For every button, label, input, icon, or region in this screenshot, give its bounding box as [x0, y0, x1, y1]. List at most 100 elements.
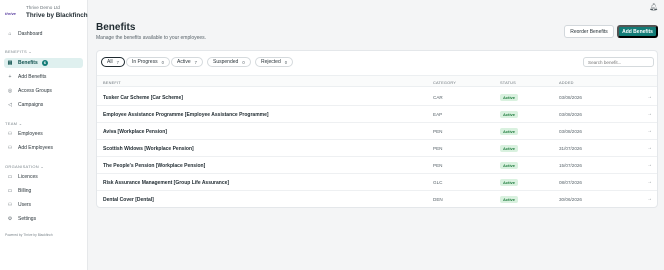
filter-count: 0: [161, 59, 164, 65]
benefit-category: CAR: [433, 95, 443, 100]
table-row[interactable]: Aviva [Workplace Pension] PEN Active 03/…: [97, 123, 657, 140]
benefit-name: Aviva [Workplace Pension]: [103, 129, 167, 135]
arrow-right-icon[interactable]: →: [647, 111, 652, 117]
benefit-category: DEN: [433, 197, 443, 202]
section-label-organisation: ORGANISATION ⌄: [5, 164, 45, 169]
status-badge: Active: [500, 162, 519, 169]
sidebar-item-campaigns[interactable]: ◁ Campaigns: [4, 100, 83, 110]
benefit-category: EAP: [433, 112, 443, 117]
table-row[interactable]: Employee Assistance Programme [Employee …: [97, 106, 657, 123]
filter-suspended[interactable]: Suspended 0: [207, 57, 251, 67]
status-badge: Active: [500, 179, 519, 186]
filter-label: All: [107, 59, 113, 65]
filter-label: Active: [177, 59, 191, 65]
benefit-name: Scottish Widows [Workplace Pension]: [103, 146, 194, 152]
sidebar-item-settings[interactable]: ⚙ Settings: [4, 214, 83, 224]
benefit-name: The People's Pension [Workplace Pension]: [103, 163, 206, 169]
arrow-right-icon[interactable]: →: [647, 145, 652, 151]
sidebar-item-label: Licences: [18, 174, 38, 180]
filter-count: 0: [242, 59, 245, 65]
user-icon: ⚇: [7, 202, 13, 208]
arrow-right-icon[interactable]: →: [647, 128, 652, 134]
benefit-category: PEN: [433, 129, 443, 134]
status-badge: Active: [500, 128, 519, 135]
reorder-benefits-button[interactable]: Reorder Benefits: [564, 25, 614, 38]
table-header: BENEFIT CATEGORY STATUS ADDED: [97, 75, 657, 87]
credit-card-icon: ▭: [7, 188, 13, 194]
benefits-card: All 7 In Progress 0 Active 7 Suspended 0…: [96, 50, 658, 208]
home-icon: ⌂: [8, 31, 12, 37]
sidebar-item-label: Employees: [18, 131, 43, 137]
sidebar-item-dashboard[interactable]: ⌂ Dashboard: [4, 29, 83, 39]
table-row[interactable]: Tusker Car Scheme [Car Scheme] CAR Activ…: [97, 89, 657, 106]
benefit-added-date: 03/08/2026: [559, 112, 582, 117]
user-plus-icon: ⚇: [7, 145, 13, 151]
bell-icon[interactable]: 🔔︎: [649, 3, 658, 11]
table-row[interactable]: The People's Pension [Workplace Pension]…: [97, 157, 657, 174]
brand[interactable]: thrive Thrive Demo Ltd Thrive by Blackfi…: [5, 5, 88, 21]
thrive-logo: thrive: [5, 11, 16, 16]
benefit-added-date: 15/07/2026: [559, 163, 582, 168]
sidebar-item-users[interactable]: ⚇ Users: [4, 200, 83, 210]
status-badge: Active: [500, 94, 519, 101]
sidebar-item-label: Campaigns: [18, 102, 44, 108]
document-icon: ▭: [7, 174, 13, 180]
status-badge: Active: [500, 145, 519, 152]
benefit-added-date: 31/07/2026: [559, 146, 582, 151]
app-name: Thrive by Blackfinch: [26, 12, 88, 19]
column-header-category[interactable]: CATEGORY: [433, 80, 456, 85]
column-header-benefit[interactable]: BENEFIT: [103, 80, 121, 85]
benefit-name: Dental Cover [Dental]: [103, 197, 154, 203]
filter-label: Rejected: [261, 59, 281, 65]
sidebar-item-add-employees[interactable]: ⚇ Add Employees: [4, 143, 83, 153]
benefit-category: GLC: [433, 180, 443, 185]
filter-rejected[interactable]: Rejected 0: [255, 57, 294, 67]
users-icon: ⚇: [7, 131, 13, 137]
filter-count: 7: [116, 59, 119, 65]
filter-count: 0: [284, 59, 288, 65]
filter-count: 7: [194, 59, 197, 65]
search-input[interactable]: [583, 57, 654, 67]
sidebar-item-benefits[interactable]: ▤ Benefits 6: [4, 58, 83, 68]
benefit-added-date: 03/08/2026: [559, 129, 582, 134]
arrow-right-icon[interactable]: →: [647, 179, 652, 185]
sidebar-item-label: Benefits: [18, 60, 38, 66]
sidebar-item-access-groups[interactable]: ◎ Access Groups: [4, 86, 83, 96]
filter-all[interactable]: All 7: [101, 57, 125, 67]
benefit-name: Risk Assurance Management [Group Life As…: [103, 180, 230, 186]
filter-label: Suspended: [213, 59, 239, 65]
section-label-team: TEAM ⌄: [5, 121, 23, 126]
shield-icon: ◎: [7, 88, 13, 94]
column-header-added[interactable]: ADDED: [559, 80, 574, 85]
gear-icon: ⚙: [7, 216, 13, 222]
sidebar-item-employees[interactable]: ⚇ Employees: [4, 129, 83, 139]
arrow-right-icon[interactable]: →: [647, 196, 652, 202]
filter-active[interactable]: Active 7: [171, 57, 203, 67]
table-row[interactable]: Dental Cover [Dental] DEN Active 30/06/2…: [97, 191, 657, 208]
benefit-category: PEN: [433, 146, 443, 151]
page-title: Benefits: [96, 22, 136, 33]
sidebar-item-add-benefits[interactable]: + Add Benefits: [4, 72, 83, 82]
add-benefits-button[interactable]: Add Benefits: [617, 25, 658, 38]
benefit-name: Employee Assistance Programme [Employee …: [103, 112, 269, 118]
sidebar-item-label: Billing: [18, 188, 32, 194]
megaphone-icon: ◁: [8, 102, 12, 108]
powered-by: Powered by Thrive by Blackfinch: [5, 233, 53, 237]
sidebar-item-billing[interactable]: ▭ Billing: [4, 186, 83, 196]
benefit-name: Tusker Car Scheme [Car Scheme]: [103, 95, 183, 101]
status-badge: Active: [500, 196, 519, 203]
table-row[interactable]: Risk Assurance Management [Group Life As…: [97, 174, 657, 191]
filter-label: In Progress: [132, 59, 158, 65]
sidebar-item-licences[interactable]: ▭ Licences: [4, 172, 83, 182]
filter-in-progress[interactable]: In Progress 0: [126, 57, 170, 67]
section-label-benefits: BENEFITS ⌄: [5, 49, 33, 54]
gift-icon: ▤: [7, 60, 13, 66]
arrow-right-icon[interactable]: →: [647, 162, 652, 168]
sidebar-item-label: Add Benefits: [18, 74, 47, 80]
sidebar-item-label: Settings: [18, 216, 37, 222]
benefit-category: PEN: [433, 163, 443, 168]
org-name: Thrive Demo Ltd: [26, 5, 60, 10]
table-row[interactable]: Scottish Widows [Workplace Pension] PEN …: [97, 140, 657, 157]
column-header-status[interactable]: STATUS: [500, 80, 516, 85]
arrow-right-icon[interactable]: →: [647, 94, 652, 100]
